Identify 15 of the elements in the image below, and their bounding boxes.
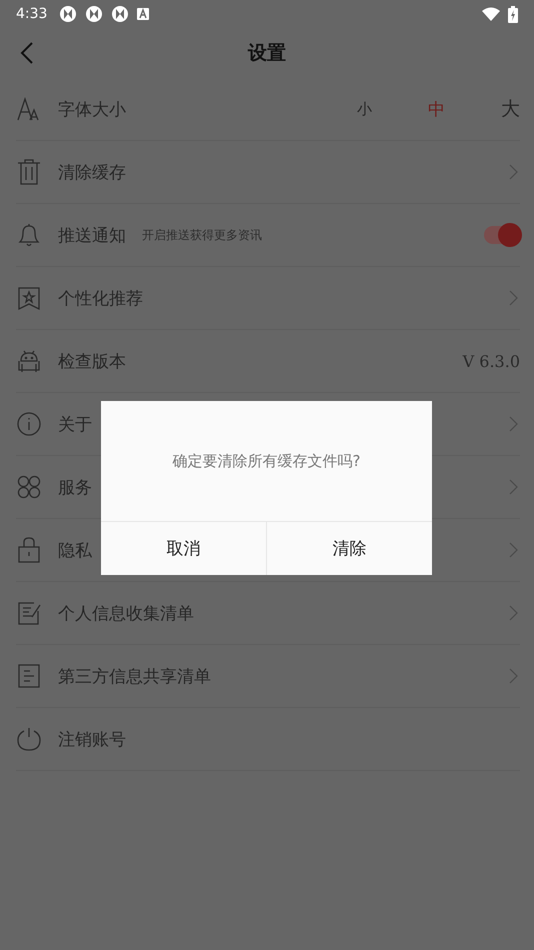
page-title: 设置 <box>248 41 286 66</box>
row-label: 检查版本 <box>58 350 126 372</box>
row-label: 个人信息收集清单 <box>58 602 194 624</box>
row-label: 隐私 <box>58 540 92 562</box>
row-label: 关于 <box>58 414 92 436</box>
row-label: 第三方信息共享清单 <box>58 666 211 688</box>
status-time: 4:33 <box>16 6 48 22</box>
row-label: 服务 <box>58 476 92 498</box>
row-label: 注销账号 <box>58 728 126 750</box>
version-value: V 6.3.0 <box>462 352 520 370</box>
row-label: 推送通知 <box>58 224 126 246</box>
row-label: 字体大小 <box>58 98 126 120</box>
row-label: 个性化推荐 <box>58 288 143 310</box>
row-hint: 开启推送获得更多资讯 <box>142 226 262 244</box>
row-label: 清除缓存 <box>58 162 126 184</box>
